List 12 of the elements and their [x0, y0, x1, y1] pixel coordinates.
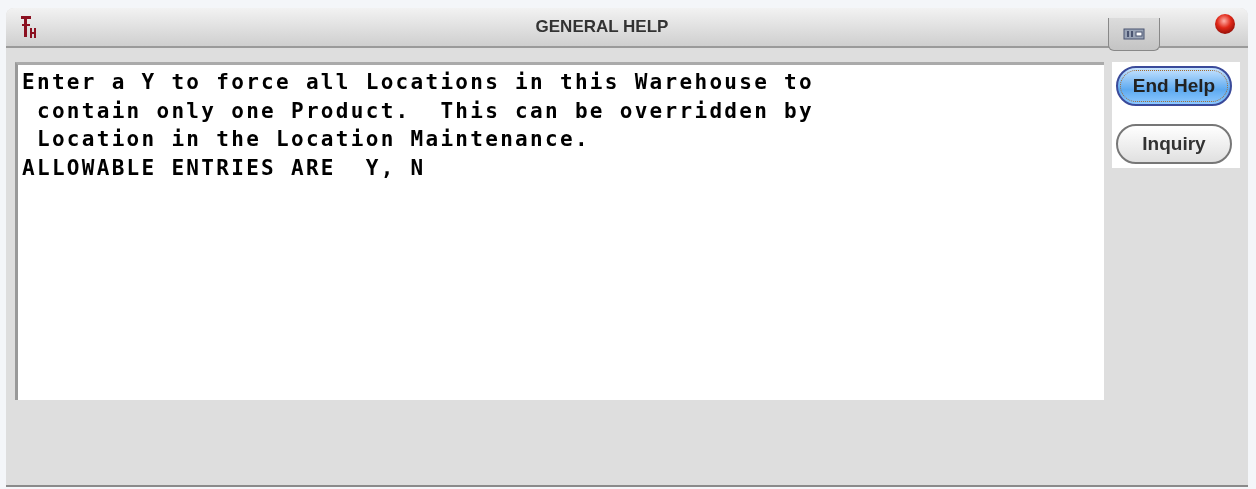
toggle-button[interactable]	[1108, 17, 1160, 51]
action-button[interactable]: Inquiry	[1116, 124, 1232, 164]
logo-icon	[20, 15, 36, 39]
panel-icon	[1123, 27, 1145, 40]
help-text-line: ALLOWABLE ENTRIES ARE Y, N	[22, 154, 427, 182]
help-text-line: contain only one Product. This can be overridden by	[35, 97, 815, 125]
help-text-area[interactable]: Enter a Y to force all Locations in this Warehouse to contain only one Product. This can be overridden by Location in the Location Maintenance. ALLOWABLE ENTRIES ARE Y, N	[15, 62, 1104, 400]
window-title: GENERAL HELP	[534, 17, 670, 37]
close-icon[interactable]	[1214, 13, 1236, 35]
help-text-line: Location in the Location Maintenance.	[35, 126, 591, 153]
help-text-line: Enter a Y to force all Locations in this Warehouse to	[22, 69, 815, 96]
action-button[interactable]: End Help	[1116, 66, 1232, 106]
